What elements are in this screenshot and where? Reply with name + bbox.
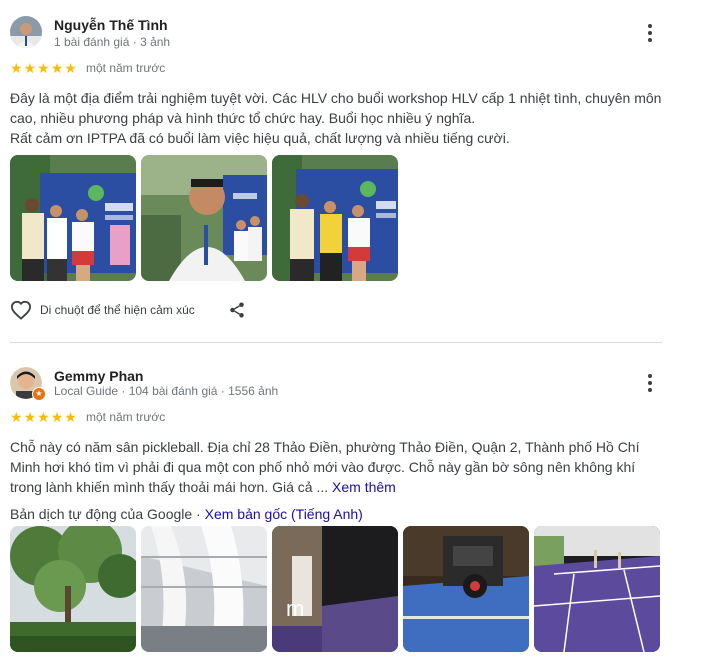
view-original-link[interactable]: Xem bản gốc (Tiếng Anh) (205, 506, 363, 522)
review-card: ★ Gemmy Phan Local Guide · 104 bài đánh … (0, 352, 702, 662)
avatar[interactable]: ★ (10, 367, 46, 401)
review-text-line: trong lành khiến mình thấy thoải mái hơn… (10, 479, 329, 495)
star-icon: ★ (64, 409, 77, 425)
reviewer-name[interactable]: Gemmy Phan (54, 368, 143, 384)
review-text: Đây là một địa điểm trải nghiệm tuyệt vờ… (10, 88, 670, 148)
star-rating: ★ ★ ★ ★ ★ (10, 61, 77, 75)
review-photo[interactable] (534, 526, 660, 652)
avatar[interactable] (10, 16, 42, 48)
review-photo[interactable] (10, 155, 136, 281)
more-options-button[interactable] (638, 371, 662, 395)
review-text-line: cao, nhiều phương pháp và hình thức tổ c… (10, 110, 476, 126)
review-photo[interactable] (141, 155, 267, 281)
translation-label: Bản dịch tự động của Google · (10, 506, 201, 522)
reviewer-meta[interactable]: 1 bài đánh giá · 3 ảnh (54, 35, 170, 49)
share-icon[interactable] (228, 301, 246, 319)
review-text-line: Minh hơi khó tìm vì phải đi qua một con … (10, 459, 636, 475)
local-guide-badge-icon: ★ (32, 387, 46, 401)
reaction-hint[interactable]: Di chuột để thể hiện cảm xúc (40, 303, 195, 317)
review-photo[interactable] (272, 155, 398, 281)
star-icon: ★ (10, 60, 23, 76)
reviewer-name[interactable]: Nguyễn Thế Tình (54, 17, 168, 33)
review-text-line-last: trong lành khiến mình thấy thoải mái hơn… (10, 477, 670, 497)
more-vert-icon (648, 24, 652, 28)
review-text-line: Rất cảm ơn IPTPA đã có buổi làm việc hiệ… (10, 130, 510, 146)
divider (10, 342, 662, 343)
star-icon: ★ (23, 60, 37, 76)
reviewer-meta[interactable]: Local Guide · 104 bài đánh giá · 1556 ản… (54, 384, 278, 398)
star-icon: ★ (64, 60, 77, 76)
review-card: Nguyễn Thế Tình 1 bài đánh giá · 3 ảnh ★… (0, 0, 702, 340)
review-actions: Di chuột để thể hiện cảm xúc (10, 300, 246, 320)
star-icon: ★ (23, 409, 37, 425)
star-icon: ★ (50, 60, 64, 76)
review-date: một năm trước (86, 410, 166, 424)
more-options-button[interactable] (638, 21, 662, 45)
review-photo[interactable] (10, 526, 136, 652)
heart-outline-icon[interactable] (10, 300, 32, 320)
review-text-line: Đây là một địa điểm trải nghiệm tuyệt vờ… (10, 90, 662, 106)
review-date: một năm trước (86, 61, 166, 75)
see-more-link[interactable]: Xem thêm (332, 479, 396, 495)
svg-text:m: m (286, 596, 304, 621)
star-rating: ★ ★ ★ ★ ★ (10, 410, 77, 424)
star-icon: ★ (37, 60, 50, 76)
translation-note: Bản dịch tự động của Google · Xem bản gố… (10, 506, 363, 522)
review-photo[interactable] (403, 526, 529, 652)
review-text-line: Chỗ này có năm sân pickleball. Địa chỉ 2… (10, 439, 640, 455)
review-text: Chỗ này có năm sân pickleball. Địa chỉ 2… (10, 437, 670, 497)
review-photo[interactable] (141, 526, 267, 652)
star-icon: ★ (50, 409, 64, 425)
more-vert-icon (648, 374, 652, 378)
star-icon: ★ (37, 409, 50, 425)
review-photo[interactable]: m (272, 526, 398, 652)
star-icon: ★ (10, 409, 23, 425)
